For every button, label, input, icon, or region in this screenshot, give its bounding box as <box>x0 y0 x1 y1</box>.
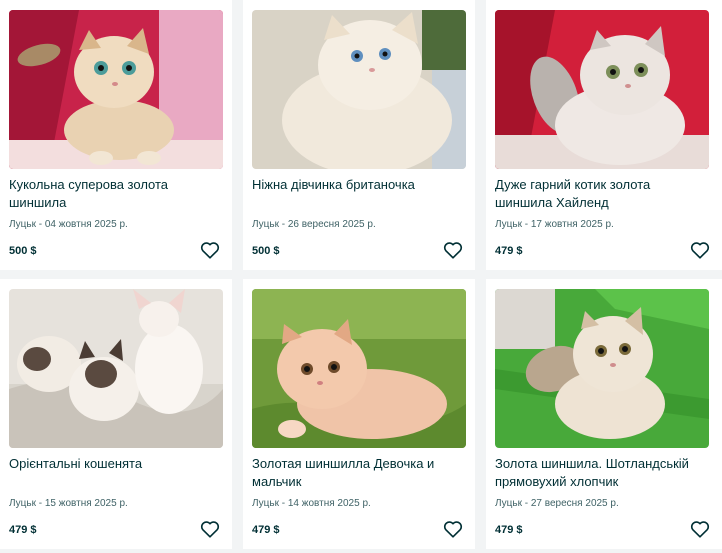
listing-location-date: Луцьк - 17 жовтня 2025 р. <box>495 219 614 230</box>
listing-location-date: Луцьк - 27 вересня 2025 р. <box>495 498 619 509</box>
heart-outline-icon <box>443 242 463 259</box>
kitten-photo <box>9 289 223 448</box>
listings-grid: Кукольна суперова золота шиншила Луцьк -… <box>0 0 722 553</box>
kitten-photo <box>495 10 709 169</box>
heart-outline-icon <box>690 521 710 538</box>
listing-card[interactable]: Кукольна суперова золота шиншила Луцьк -… <box>0 0 232 270</box>
listing-price: 479 $ <box>495 245 523 257</box>
listing-title[interactable]: Ніжна дівчинка британочка <box>252 176 460 194</box>
listing-card[interactable]: Золота шиншила. Шотландській прямовухий … <box>486 279 722 549</box>
favorite-button[interactable] <box>690 241 710 259</box>
listing-price: 479 $ <box>9 524 37 536</box>
listing-title[interactable]: Кукольна суперова золота шиншила <box>9 176 217 211</box>
favorite-button[interactable] <box>443 241 463 259</box>
favorite-button[interactable] <box>690 520 710 538</box>
listing-price: 500 $ <box>9 245 37 257</box>
heart-outline-icon <box>443 521 463 538</box>
listing-photo[interactable] <box>495 289 709 448</box>
heart-outline-icon <box>690 242 710 259</box>
listing-photo[interactable] <box>9 289 223 448</box>
listing-photo[interactable] <box>252 289 466 448</box>
listing-card[interactable]: Ніжна дівчинка британочка Луцьк - 26 вер… <box>243 0 475 270</box>
listing-card[interactable]: Золотая шиншилла Девочка и мальчик Луцьк… <box>243 279 475 549</box>
listing-location-date: Луцьк - 14 жовтня 2025 р. <box>252 498 371 509</box>
listing-price: 479 $ <box>495 524 523 536</box>
listing-title[interactable]: Золотая шиншилла Девочка и мальчик <box>252 455 460 490</box>
kitten-photo <box>252 289 466 448</box>
heart-outline-icon <box>200 521 220 538</box>
kitten-photo <box>252 10 466 169</box>
favorite-button[interactable] <box>200 520 220 538</box>
favorite-button[interactable] <box>200 241 220 259</box>
listing-photo[interactable] <box>495 10 709 169</box>
listing-location-date: Луцьк - 15 жовтня 2025 р. <box>9 498 128 509</box>
listing-location-date: Луцьк - 04 жовтня 2025 р. <box>9 219 128 230</box>
listing-photo[interactable] <box>252 10 466 169</box>
favorite-button[interactable] <box>443 520 463 538</box>
kitten-photo <box>9 10 223 169</box>
listing-title[interactable]: Золота шиншила. Шотландській прямовухий … <box>495 455 703 490</box>
heart-outline-icon <box>200 242 220 259</box>
listing-title[interactable]: Орієнтальні кошенята <box>9 455 217 473</box>
listing-price: 479 $ <box>252 524 280 536</box>
listing-price: 500 $ <box>252 245 280 257</box>
kitten-photo <box>495 289 709 448</box>
listing-location-date: Луцьк - 26 вересня 2025 р. <box>252 219 376 230</box>
listing-photo[interactable] <box>9 10 223 169</box>
listing-card[interactable]: Орієнтальні кошенята Луцьк - 15 жовтня 2… <box>0 279 232 549</box>
listing-title[interactable]: Дуже гарний котик золота шиншила Хайленд <box>495 176 703 211</box>
listing-card[interactable]: Дуже гарний котик золота шиншила Хайленд… <box>486 0 722 270</box>
